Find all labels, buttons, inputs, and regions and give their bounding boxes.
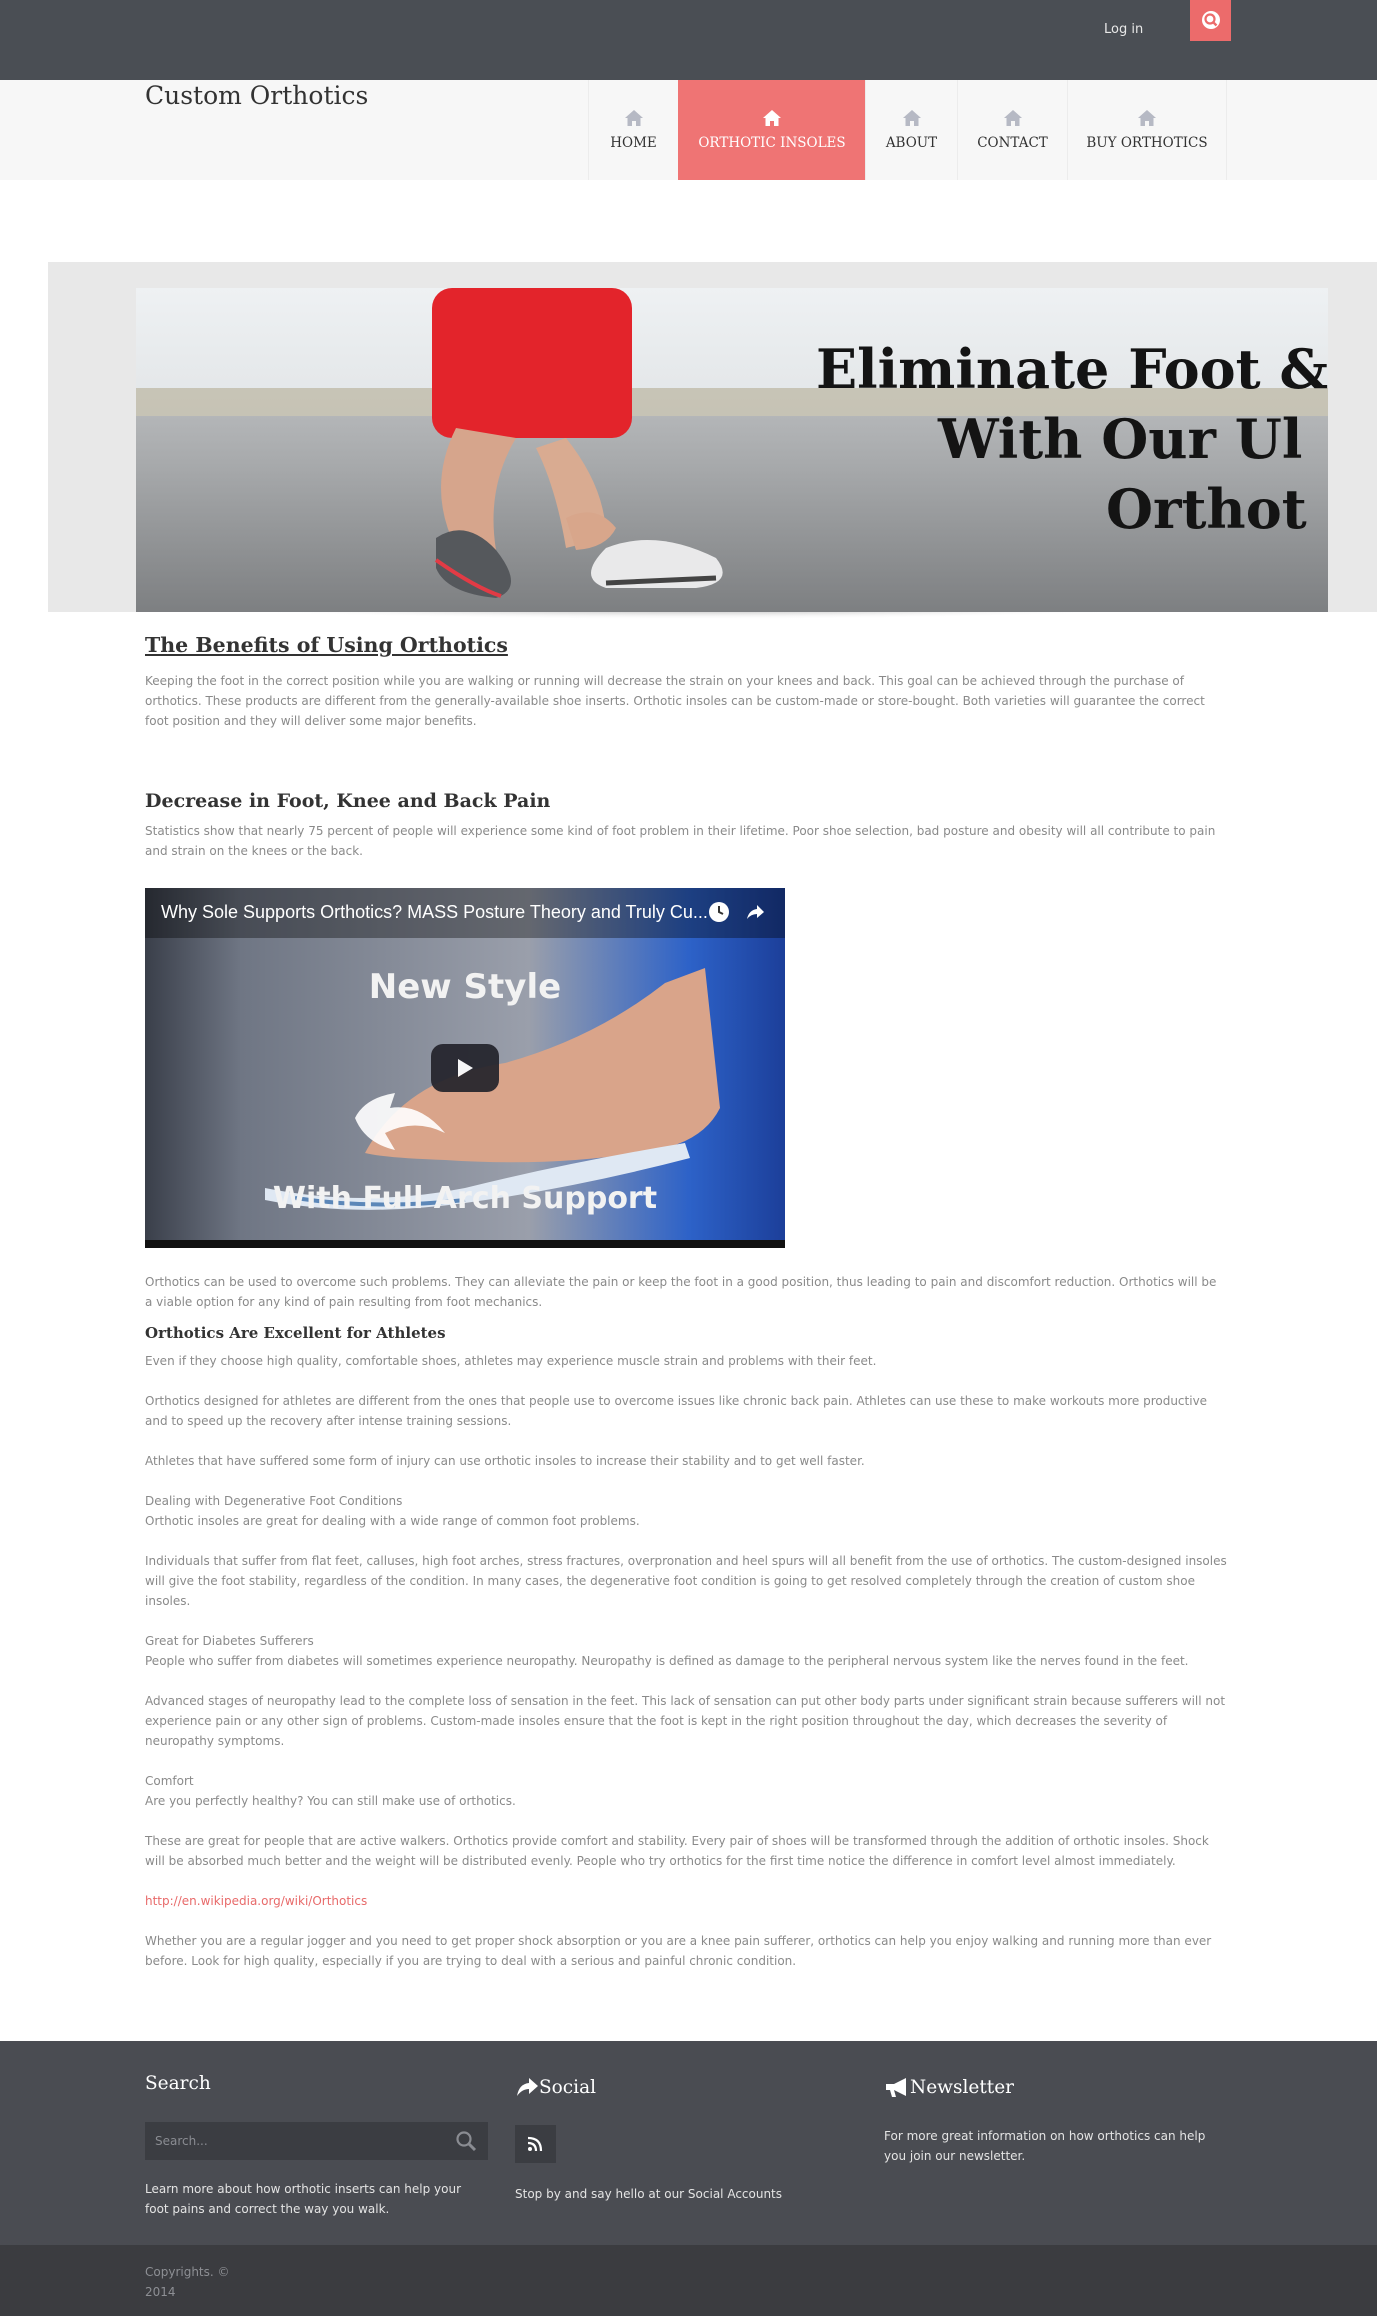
search-icon	[1202, 11, 1220, 29]
section-heading-pain: Decrease in Foot, Knee and Back Pain	[145, 790, 551, 812]
footer-search-input[interactable]	[145, 2122, 445, 2160]
copyright-text: Copyrights. © 2014	[145, 2265, 230, 2299]
athletes-paragraph-3: Athletes that have suffered some form of…	[145, 1454, 865, 1468]
video-caption-bottom: With Full Arch Support	[273, 1181, 657, 1216]
footer-search-box	[145, 2122, 488, 2160]
page-title: The Benefits of Using Orthotics	[145, 633, 508, 657]
site-logo[interactable]: Custom Orthotics	[145, 80, 368, 112]
footer-search-text: Learn more about how orthotic inserts ca…	[145, 2182, 462, 2216]
nav-label: BUY ORTHOTICS	[1086, 135, 1208, 151]
login-link[interactable]: Log in	[1104, 10, 1144, 50]
video-caption-top: New Style	[369, 967, 561, 1007]
diabetes-paragraph-2: Advanced stages of neuropathy lead to th…	[145, 1694, 1226, 1748]
diabetes-paragraph-1: People who suffer from diabetes will som…	[145, 1654, 1189, 1668]
nav-item-contact[interactable]: CONTACT	[957, 80, 1067, 180]
nav-label: HOME	[610, 135, 657, 151]
hero-image: Eliminate Foot & With Our Ul Orthot	[136, 288, 1328, 612]
comfort-paragraph-1: Are you perfectly healthy? You can still…	[145, 1794, 516, 1808]
wikipedia-link[interactable]: http://en.wikipedia.org/wiki/Orthotics	[145, 1894, 367, 1908]
nav-item-orthotic-insoles[interactable]: ORTHOTIC INSOLES	[678, 80, 865, 180]
nav-item-home[interactable]: HOME	[588, 80, 678, 180]
degenerative-paragraph-1: Orthotic insoles are great for dealing w…	[145, 1514, 640, 1528]
share-icon[interactable]	[744, 901, 766, 923]
nav-item-buy-orthotics[interactable]: BUY ORTHOTICS	[1067, 80, 1227, 180]
comfort-paragraph-2: These are great for people that are acti…	[145, 1834, 1209, 1868]
site-footer: Search Learn more about how orthotic ins…	[0, 2041, 1377, 2245]
video-title[interactable]: Why Sole Supports Orthotics? MASS Postur…	[161, 902, 708, 923]
main-nav: HOME ORTHOTIC INSOLES ABOUT CONTACT BUY …	[588, 80, 1227, 180]
banner-text-line3: Orthot	[1106, 477, 1307, 541]
subheading-diabetes: Great for Diabetes Sufferers	[145, 1634, 314, 1648]
subheading-comfort: Comfort	[145, 1774, 194, 1788]
footer-search-title: Search	[145, 2073, 211, 2094]
nav-label: ORTHOTIC INSOLES	[698, 135, 846, 151]
home-icon	[624, 110, 643, 126]
footer-newsletter-text: For more great information on how orthot…	[884, 2129, 1206, 2163]
search-icon[interactable]	[455, 2130, 477, 2152]
banner-text-line1: Eliminate Foot &	[816, 337, 1328, 401]
site-header: Custom Orthotics HOME ORTHOTIC INSOLES A…	[0, 80, 1377, 180]
play-icon	[458, 1059, 473, 1077]
athletes-paragraph-1: Even if they choose high quality, comfor…	[145, 1354, 877, 1368]
share-icon	[517, 2078, 538, 2096]
megaphone-icon	[886, 2078, 906, 2097]
home-icon	[1003, 110, 1022, 126]
footer-social-title: Social	[539, 2077, 597, 2098]
home-icon	[763, 110, 781, 126]
intro-paragraph: Keeping the foot in the correct position…	[145, 674, 1205, 728]
search-button[interactable]	[1190, 0, 1231, 41]
nav-label: ABOUT	[885, 135, 938, 151]
rss-icon	[527, 2136, 543, 2152]
video-embed[interactable]: New Style With Full Arch Support Why Sol…	[145, 888, 785, 1248]
footer-newsletter-title: Newsletter	[910, 2077, 1014, 2098]
overcome-paragraph: Orthotics can be used to overcome such p…	[145, 1275, 1217, 1309]
footer-social-text: Stop by and say hello at our Social Acco…	[515, 2187, 783, 2201]
final-paragraph: Whether you are a regular jogger and you…	[145, 1934, 1212, 1968]
subheading-degenerative: Dealing with Degenerative Foot Condition…	[145, 1494, 403, 1508]
banner-text-line2: With Our Ul	[937, 407, 1302, 471]
stats-paragraph: Statistics show that nearly 75 percent o…	[145, 824, 1216, 858]
nav-item-about[interactable]: ABOUT	[865, 80, 957, 180]
home-icon	[1138, 110, 1156, 126]
bottom-bar: Copyrights. © 2014	[0, 2245, 1377, 2316]
athletes-paragraph-2: Orthotics designed for athletes are diff…	[145, 1394, 1208, 1428]
hero-banner: Eliminate Foot & With Our Ul Orthot	[136, 288, 1328, 612]
watch-later-icon[interactable]	[708, 901, 730, 923]
top-bar: Log in	[0, 0, 1377, 80]
degenerative-paragraph-2: Individuals that suffer from flat feet, …	[145, 1554, 1227, 1608]
main-content: The Benefits of Using Orthotics Keeping …	[145, 630, 1227, 861]
article-body: Orthotics can be used to overcome such p…	[145, 1272, 1227, 1971]
rss-button[interactable]	[515, 2125, 556, 2163]
nav-label: CONTACT	[977, 135, 1048, 151]
section-heading-athletes: Orthotics Are Excellent for Athletes	[145, 1324, 446, 1342]
play-button[interactable]	[431, 1044, 499, 1092]
home-icon	[902, 110, 921, 126]
